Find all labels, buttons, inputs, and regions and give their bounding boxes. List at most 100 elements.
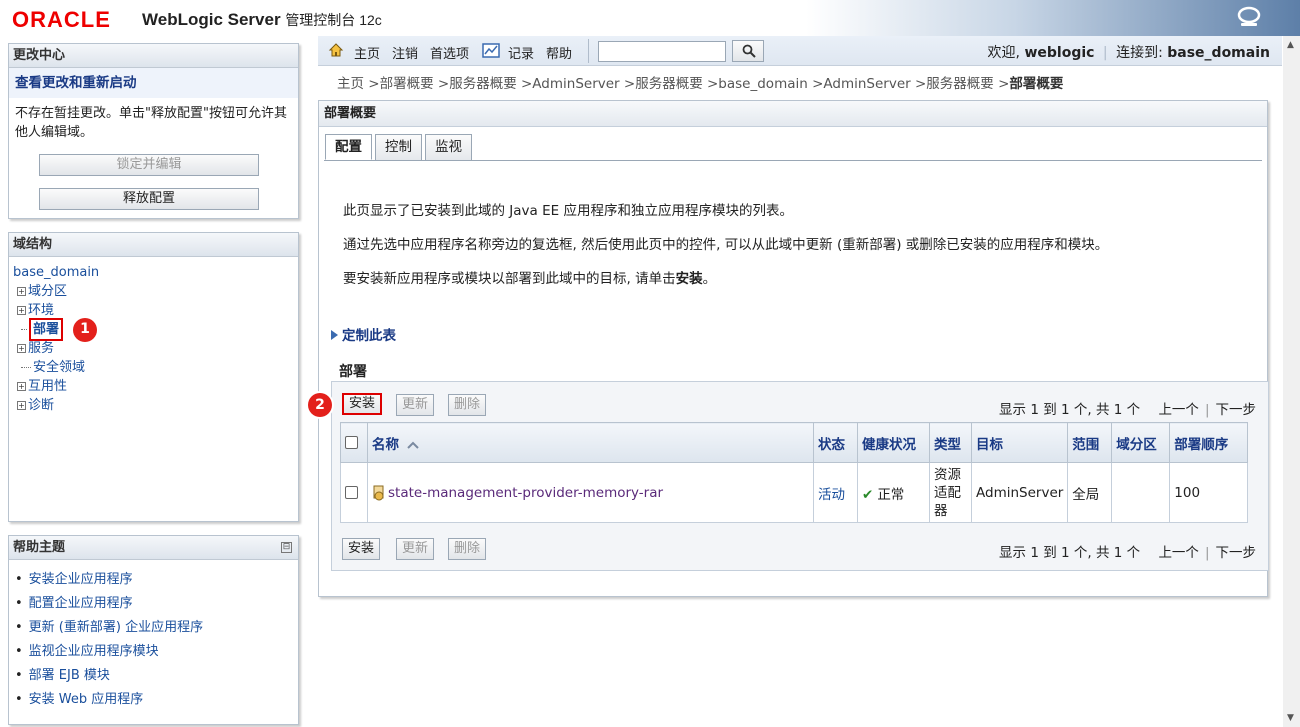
pager-bottom: 显示 1 到 1 个, 共 1 个 上一个 | 下一步 xyxy=(999,545,1257,561)
search-icon xyxy=(742,44,756,58)
state-cell: 活动 xyxy=(813,462,858,523)
deployments-summary-panel: 部署概要 配置 控制 监视 此页显示了已安装到此域的 Java EE 应用程序和… xyxy=(308,100,1269,597)
help-topics-panel: 帮助主题 ⊟ 安装企业应用程序 配置企业应用程序 更新 (重新部署) 企业应用程… xyxy=(8,535,299,725)
help-link[interactable]: 部署 EJB 模块 xyxy=(15,664,292,688)
health-cell: ✔ 正常 xyxy=(857,462,930,523)
record-icon[interactable] xyxy=(482,43,500,58)
scope-cell: 全局 xyxy=(1067,462,1113,523)
toolbar-divider xyxy=(588,39,589,63)
expand-icon[interactable]: + xyxy=(17,401,26,410)
tab-control[interactable]: 控制 xyxy=(375,134,422,160)
column-deploy-order[interactable]: 部署顺序 xyxy=(1169,422,1248,463)
tree-item-interoperability[interactable]: 互用性 xyxy=(28,377,67,396)
deploy-order-cell: 100 xyxy=(1169,462,1248,523)
home-link[interactable]: 主页 xyxy=(354,43,380,62)
prev-link[interactable]: 上一个 xyxy=(1158,402,1199,418)
domain-structure-title: 域结构 xyxy=(9,233,298,257)
table-row: state-management-provider-memory-rar 活动 … xyxy=(340,462,1248,523)
pager-count: 显示 1 到 1 个, 共 1 个 xyxy=(999,545,1141,561)
target-cell: AdminServer xyxy=(970,462,1069,523)
column-state[interactable]: 状态 xyxy=(813,422,858,463)
record-link[interactable]: 记录 xyxy=(508,43,534,62)
tab-bar: 配置 控制 监视 xyxy=(325,134,475,160)
help-link[interactable]: 安装企业应用程序 xyxy=(15,568,292,592)
expand-icon[interactable]: + xyxy=(17,344,26,353)
scroll-down-icon[interactable]: ▼ xyxy=(1287,713,1294,723)
domain-structure-panel: 域结构 base_domain + 域分区 + 环境 部署 1 + 服务 安全领… xyxy=(8,232,299,522)
help-link[interactable]: 安装 Web 应用程序 xyxy=(15,688,292,712)
tree-connector xyxy=(21,329,27,330)
tree-item-diagnostics[interactable]: 诊断 xyxy=(28,396,54,415)
tree-item-deployments[interactable]: 部署 xyxy=(29,318,64,341)
search-input[interactable] xyxy=(598,41,726,62)
column-scope[interactable]: 范围 xyxy=(1067,422,1113,463)
tab-divider xyxy=(324,160,1262,161)
help-link[interactable]: 监视企业应用程序模块 xyxy=(15,640,292,664)
home-icon[interactable] xyxy=(328,42,344,58)
view-changes-link[interactable]: 查看更改和重新启动 xyxy=(9,68,298,98)
tree-item-domain-partitions[interactable]: 域分区 xyxy=(28,282,67,301)
state-link[interactable]: 活动 xyxy=(818,487,845,503)
domain-name: base_domain xyxy=(1167,45,1270,61)
ok-check-icon: ✔ xyxy=(862,486,874,503)
preferences-link[interactable]: 首选项 xyxy=(430,43,469,62)
deployments-table: 名称 状态 健康状况 类型 目标 范围 域分区 部署顺序 state-manag… xyxy=(340,422,1248,523)
tree-connector xyxy=(21,367,31,368)
step-badge-1: 1 xyxy=(73,317,98,342)
delete-button-bottom[interactable]: 删除 xyxy=(448,538,487,560)
tree-item-security-realms[interactable]: 安全领域 xyxy=(33,358,85,377)
lock-and-edit-button[interactable]: 锁定并编辑 xyxy=(39,154,259,176)
next-link[interactable]: 下一步 xyxy=(1216,545,1257,561)
page-scrollbar[interactable]: ▲ ▼ xyxy=(1283,36,1300,727)
breadcrumb[interactable]: 主页 >部署概要 >服务器概要 >AdminServer >服务器概要 >bas… xyxy=(337,72,1063,92)
breadcrumb-current: 部署概要 xyxy=(1009,76,1064,92)
customize-table-link[interactable]: 定制此表 xyxy=(331,324,396,344)
select-all-checkbox[interactable] xyxy=(345,436,358,449)
tree-item-services[interactable]: 服务 xyxy=(28,339,54,358)
help-link-top[interactable]: 帮助 xyxy=(546,43,572,62)
oracle-logo: ORACLE xyxy=(12,7,111,32)
description-2: 通过先选中应用程序名称旁边的复选框, 然后使用此页中的控件, 可以从此域中更新 … xyxy=(343,237,1109,253)
tree-root-base-domain[interactable]: base_domain xyxy=(13,263,99,282)
tab-monitoring[interactable]: 监视 xyxy=(425,134,472,160)
partition-cell xyxy=(1111,462,1171,523)
pager-count: 显示 1 到 1 个, 共 1 个 xyxy=(999,402,1141,418)
row-checkbox[interactable] xyxy=(345,486,358,499)
pending-changes-message: 不存在暂挂更改。单击"释放配置"按钮可允许其他人编辑域。 xyxy=(15,106,287,140)
tab-configuration[interactable]: 配置 xyxy=(325,134,372,160)
description-1: 此页显示了已安装到此域的 Java EE 应用程序和独立应用程序模块的列表。 xyxy=(343,203,793,219)
username: weblogic xyxy=(1024,45,1095,61)
change-center-panel: 更改中心 查看更改和重新启动 不存在暂挂更改。单击"释放配置"按钮可允许其他人编… xyxy=(8,43,299,219)
select-all-cell xyxy=(340,422,368,463)
column-partition[interactable]: 域分区 xyxy=(1111,422,1171,463)
oracle-globe-icon xyxy=(1237,6,1261,26)
update-button-bottom[interactable]: 更新 xyxy=(396,538,435,560)
help-topics-title: 帮助主题 xyxy=(9,536,298,560)
install-button[interactable]: 安装 xyxy=(342,393,383,415)
help-link[interactable]: 配置企业应用程序 xyxy=(15,592,292,616)
next-link[interactable]: 下一步 xyxy=(1216,402,1257,418)
sort-ascending-icon[interactable] xyxy=(406,441,419,449)
delete-button[interactable]: 删除 xyxy=(448,394,487,416)
expand-icon[interactable]: + xyxy=(17,287,26,296)
release-configuration-button[interactable]: 释放配置 xyxy=(39,188,259,210)
column-health[interactable]: 健康状况 xyxy=(857,422,930,463)
expand-icon[interactable]: + xyxy=(17,382,26,391)
step-badge-2: 2 xyxy=(308,393,332,417)
update-button[interactable]: 更新 xyxy=(396,394,435,416)
welcome-text: 欢迎, weblogic | 连接到: base_domain xyxy=(987,45,1270,61)
product-title: WebLogic Server 管理控制台 12c xyxy=(142,10,382,30)
scroll-up-icon[interactable]: ▲ xyxy=(1287,40,1294,50)
column-name[interactable]: 名称 xyxy=(367,422,814,463)
collapse-icon[interactable]: ⊟ xyxy=(281,542,292,553)
help-link[interactable]: 更新 (重新部署) 企业应用程序 xyxy=(15,616,292,640)
prev-link[interactable]: 上一个 xyxy=(1158,545,1199,561)
column-type[interactable]: 类型 xyxy=(929,422,972,463)
column-target[interactable]: 目标 xyxy=(970,422,1069,463)
search-button[interactable] xyxy=(732,40,764,62)
logout-link[interactable]: 注销 xyxy=(392,43,418,62)
change-center-title: 更改中心 xyxy=(9,44,298,68)
expand-icon[interactable]: + xyxy=(17,306,26,315)
application-name-link[interactable]: state-management-provider-memory-rar xyxy=(388,485,663,501)
install-button-bottom[interactable]: 安装 xyxy=(342,538,381,560)
